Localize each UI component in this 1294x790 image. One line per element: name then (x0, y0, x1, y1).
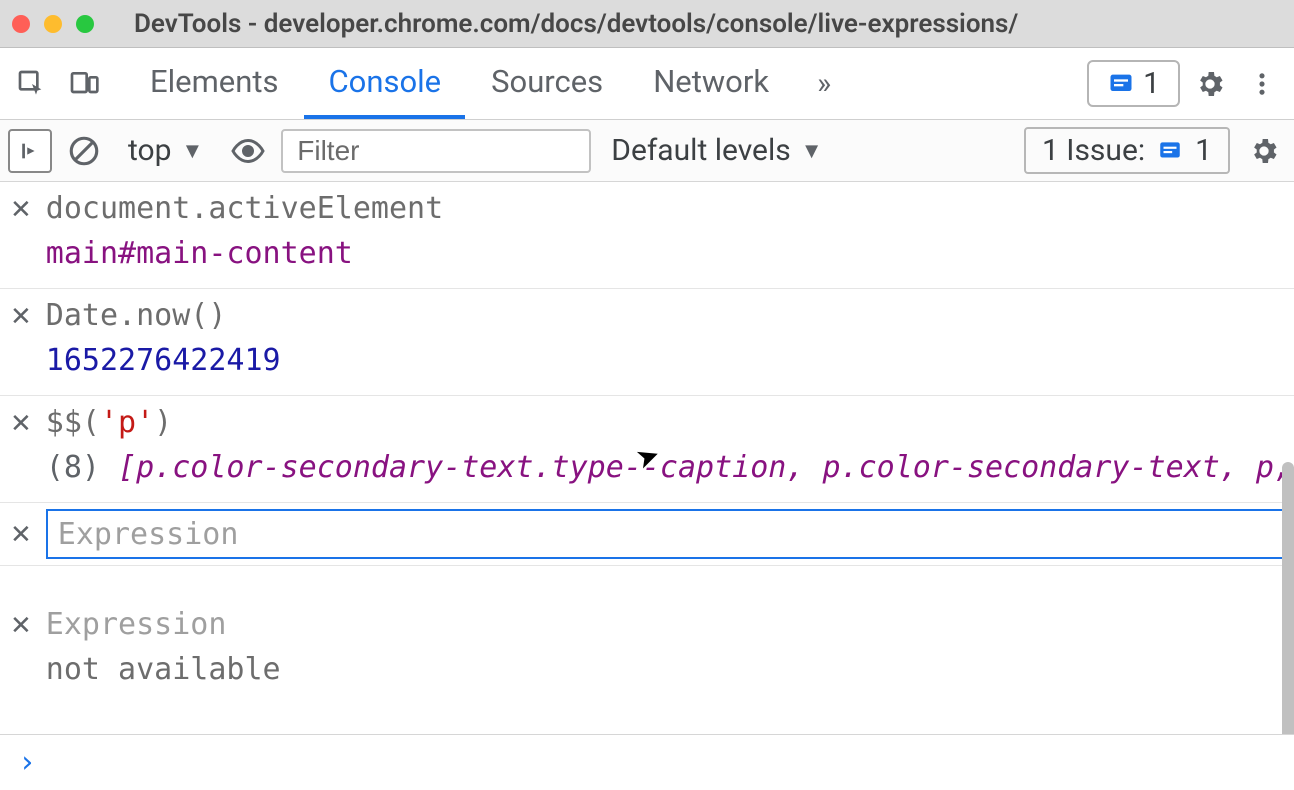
tab-console[interactable]: Console (304, 48, 465, 119)
code-fragment: ) (154, 405, 172, 440)
console-sidebar-toggle[interactable] (8, 129, 52, 173)
live-expression-placeholder[interactable]: Expression (46, 602, 281, 647)
live-expression-row: ✕ Expression not available (0, 566, 1294, 692)
live-expression-row: ✕ $$('p') (8) [p.color-secondary-text.ty… (0, 396, 1294, 503)
tab-sources[interactable]: Sources (467, 48, 627, 119)
array-length: (8) (46, 450, 100, 485)
live-expression-result[interactable]: 1652276422419 (46, 338, 1284, 383)
settings-icon[interactable] (1188, 62, 1232, 106)
inspect-element-icon[interactable] (10, 62, 54, 106)
chevron-down-icon: ▼ (181, 138, 203, 164)
window-zoom-button[interactable] (76, 15, 94, 33)
device-toggle-icon[interactable] (62, 62, 106, 106)
remove-live-expression-button[interactable]: ✕ (10, 400, 32, 443)
chevron-down-icon: ▼ (801, 138, 823, 164)
log-levels-selector[interactable]: Default levels ▼ (603, 133, 830, 168)
kebab-menu-icon[interactable] (1240, 62, 1284, 106)
live-expression-input[interactable] (46, 509, 1284, 559)
context-label: top (128, 133, 171, 168)
window-titlebar: DevTools - developer.chrome.com/docs/dev… (0, 0, 1294, 48)
clear-console-icon[interactable] (64, 131, 104, 171)
remove-live-expression-button[interactable]: ✕ (10, 186, 32, 229)
console-filter-input[interactable] (281, 129, 591, 173)
live-expression-code[interactable]: $$('p') (46, 400, 1284, 445)
live-expression-row: ✕ Date.now() 1652276422419 (0, 289, 1294, 396)
remove-live-expression-button[interactable]: ✕ (10, 602, 32, 645)
issues-count: 1 (1143, 66, 1160, 101)
create-live-expression-icon[interactable] (227, 130, 269, 172)
window-minimize-button[interactable] (44, 15, 62, 33)
traffic-lights (12, 15, 94, 33)
live-expression-code[interactable]: Date.now() (46, 293, 1284, 338)
execution-context-selector[interactable]: top ▼ (116, 133, 215, 168)
window-close-button[interactable] (12, 15, 30, 33)
scrollbar-thumb[interactable] (1282, 462, 1294, 734)
devtools-toolbar: Elements Console Sources Network » 1 (0, 48, 1294, 120)
live-expression-code[interactable]: document.activeElement (46, 186, 1284, 231)
console-subtoolbar: top ▼ Default levels ▼ 1 Issue: 1 (0, 120, 1294, 182)
live-expression-status: not available (46, 647, 281, 692)
tab-network[interactable]: Network (629, 48, 793, 119)
issues-icon (1107, 70, 1135, 98)
live-expression-result[interactable]: (8) [p.color-secondary-text.type--captio… (46, 445, 1284, 490)
code-string-literal: 'p' (100, 405, 154, 440)
console-settings-icon[interactable] (1242, 129, 1286, 173)
issues-summary-count: 1 (1195, 133, 1212, 168)
code-fragment: $$( (46, 405, 100, 440)
remove-live-expression-button[interactable]: ✕ (10, 293, 32, 336)
issues-summary[interactable]: 1 Issue: 1 (1024, 127, 1230, 174)
console-prompt[interactable]: › (0, 734, 1294, 790)
window-title: DevTools - developer.chrome.com/docs/dev… (134, 9, 1018, 39)
more-tabs-button[interactable]: » (801, 66, 847, 101)
issues-indicator[interactable]: 1 (1087, 60, 1180, 107)
live-expression-row: ✕ document.activeElement main#main-conte… (0, 182, 1294, 289)
array-preview: [p.color-secondary-text.type--caption, p… (118, 450, 1284, 485)
issues-icon (1157, 138, 1183, 164)
panel-tabs: Elements Console Sources Network (126, 48, 793, 119)
prompt-chevron-icon: › (18, 745, 36, 780)
remove-live-expression-button[interactable]: ✕ (10, 515, 32, 554)
levels-label: Default levels (611, 133, 790, 168)
live-expression-row: ✕ (0, 503, 1294, 566)
console-body: ✕ document.activeElement main#main-conte… (0, 182, 1294, 734)
tab-elements[interactable]: Elements (126, 48, 302, 119)
live-expression-result[interactable]: main#main-content (46, 231, 1284, 276)
issues-summary-label: 1 Issue: (1042, 133, 1145, 168)
